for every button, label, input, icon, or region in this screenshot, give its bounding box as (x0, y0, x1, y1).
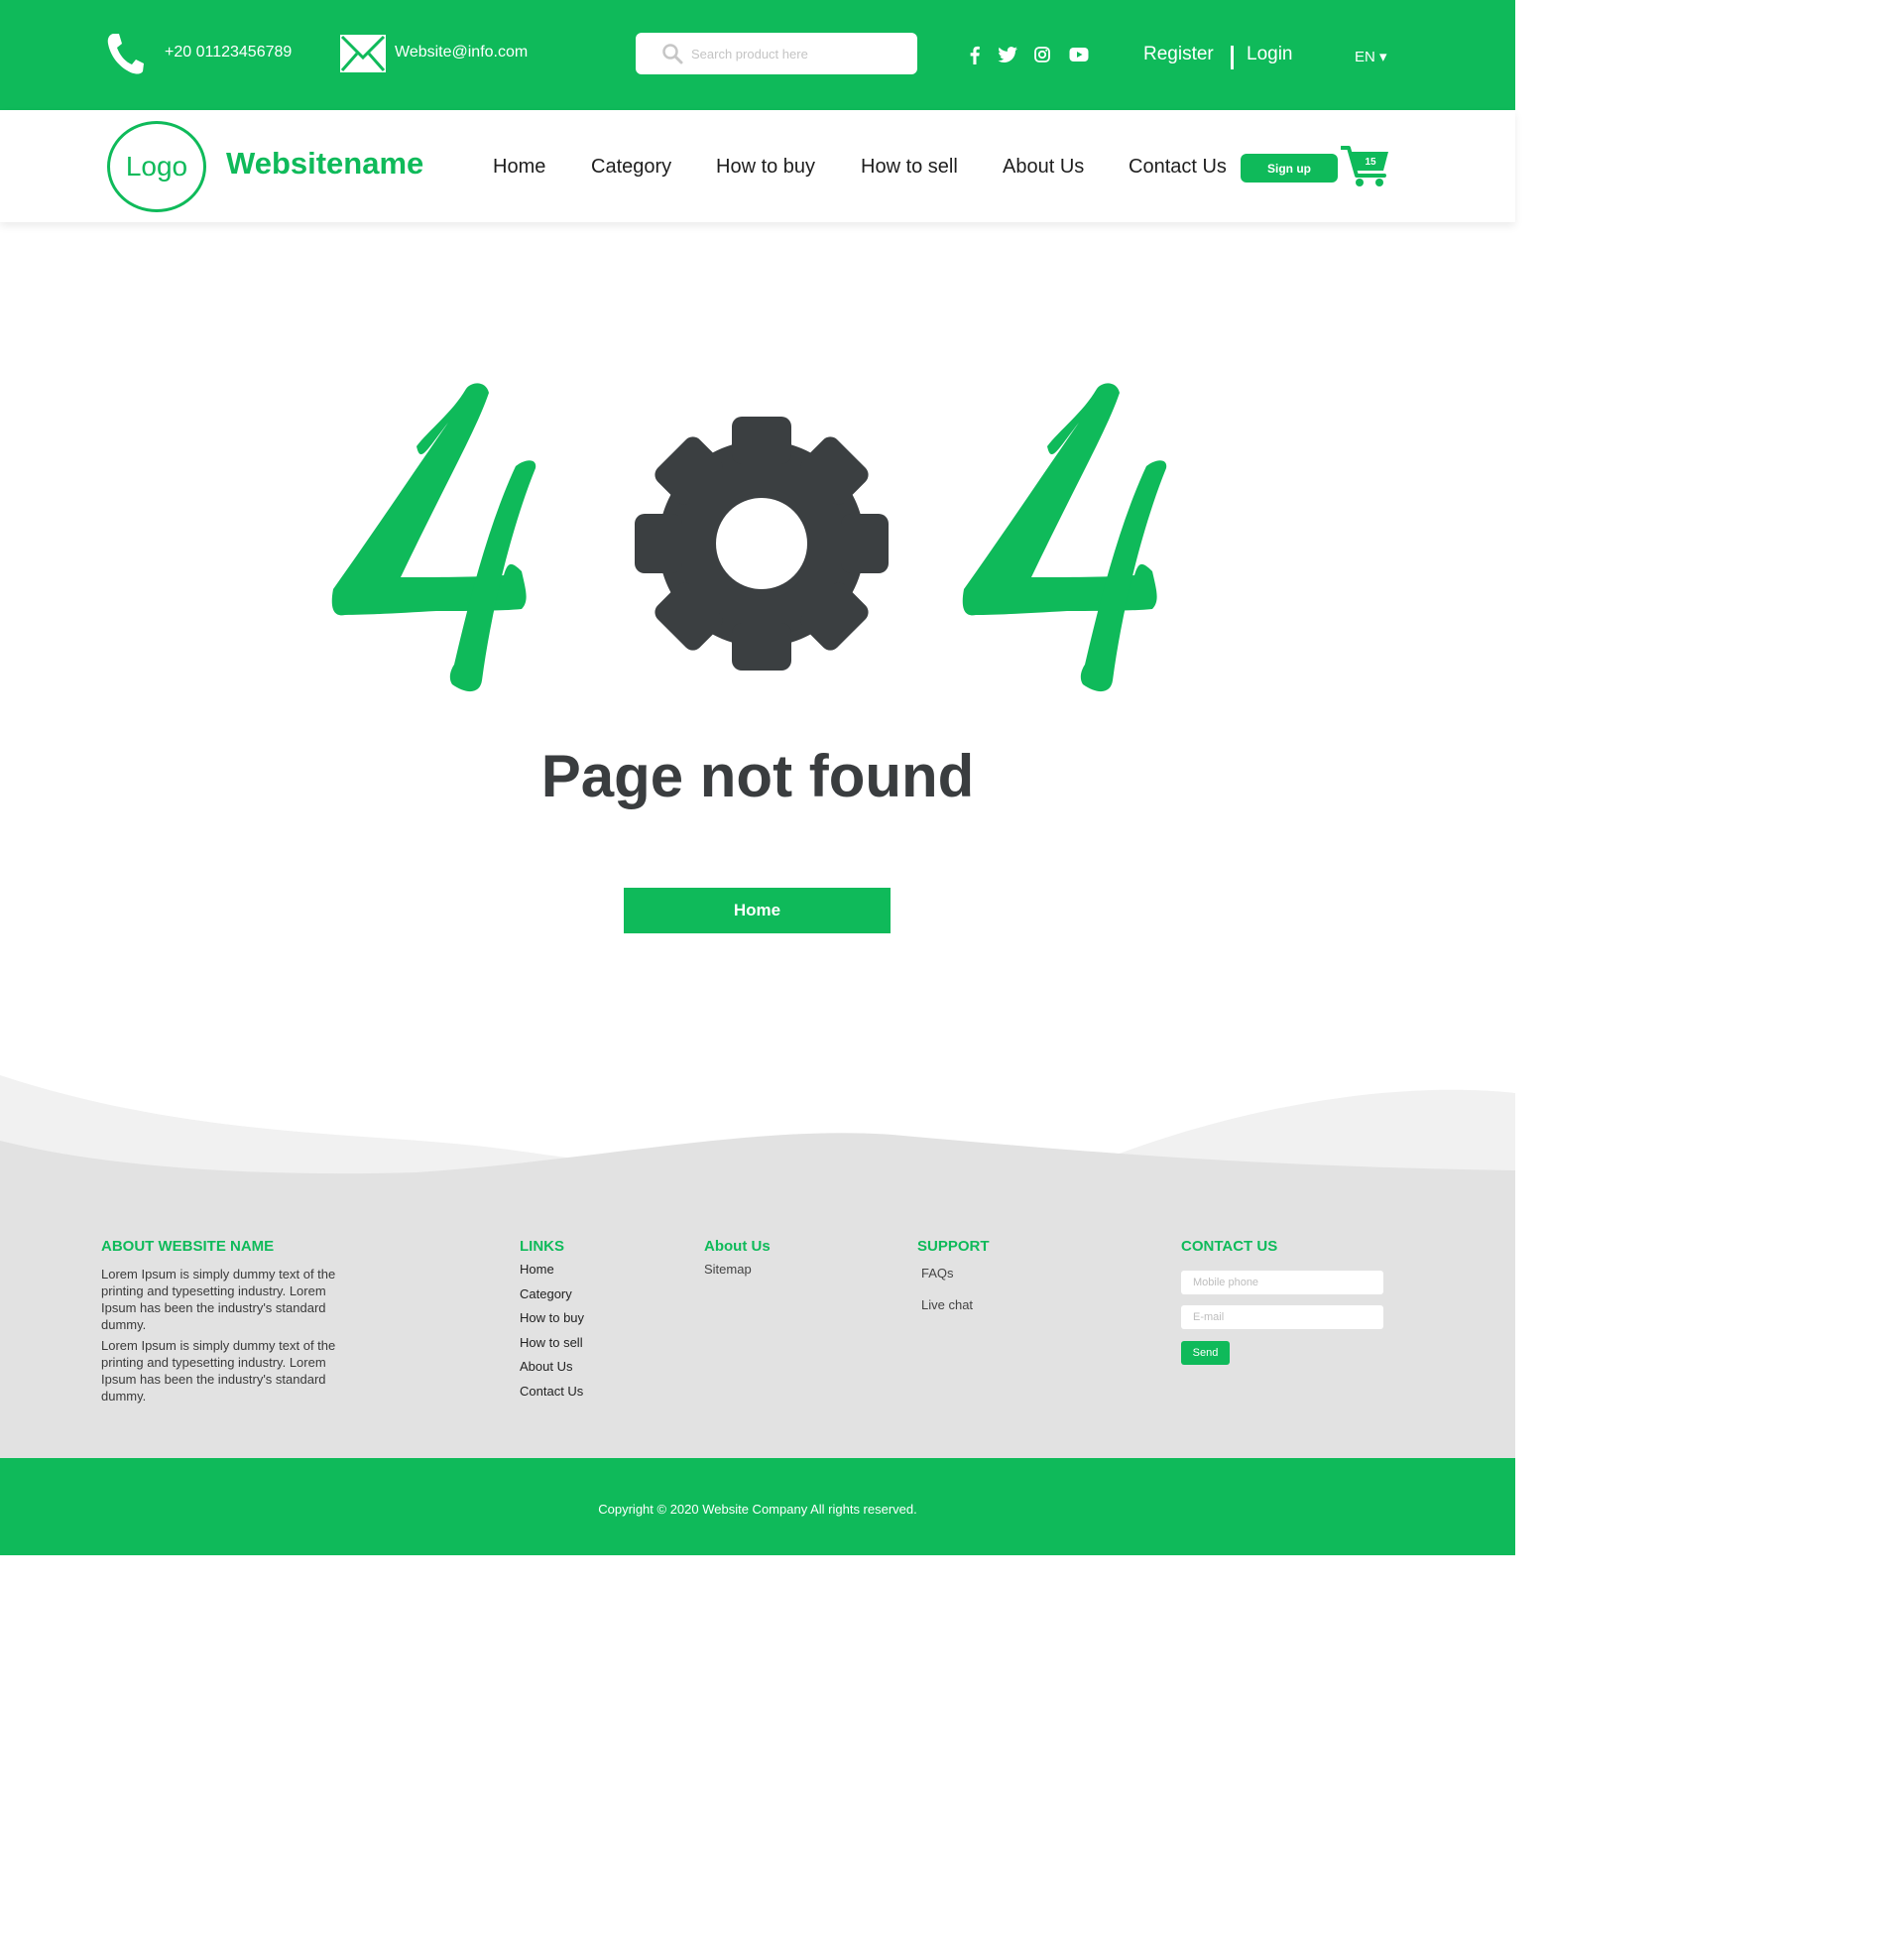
footer-about-paragraph: Lorem Ipsum is simply dummy text of the … (101, 1267, 336, 1332)
footer-link-category[interactable]: Category (520, 1286, 572, 1301)
cart-count-badge: 15 (1365, 157, 1376, 168)
nav-how-to-buy[interactable]: How to buy (716, 156, 815, 179)
error-digit-left (331, 383, 536, 692)
signup-button[interactable]: Sign up (1241, 154, 1338, 183)
instagram-icon[interactable] (1031, 44, 1053, 65)
main-nav: Logo Websitename Home Category How to bu… (0, 110, 1515, 222)
search-input[interactable] (691, 42, 909, 65)
footer-about-title: ABOUT WEBSITE NAME (101, 1238, 275, 1255)
auth-divider (1231, 46, 1234, 69)
email-address: Website@info.com (395, 44, 529, 61)
copyright-bar: Copyright © 2020 Website Company All rig… (0, 1458, 1515, 1555)
footer-aboutus-title: About Us (704, 1238, 771, 1255)
footer-link-item[interactable]: How to sell (520, 1331, 584, 1356)
footer-links-title: LINKS (520, 1238, 564, 1255)
search-icon (662, 44, 683, 64)
footer-link-item[interactable]: FAQs (921, 1262, 973, 1293)
phone-number: +20 01123456789 (165, 44, 293, 61)
footer-link-how-to-buy[interactable]: How to buy (520, 1310, 584, 1325)
footer-links-list: Home Category How to buy How to sell Abo… (520, 1258, 584, 1404)
send-button[interactable]: Send (1181, 1341, 1230, 1365)
error-digit-right (962, 383, 1167, 692)
footer-link-item[interactable]: About Us (520, 1355, 584, 1380)
footer-link-item[interactable]: How to buy (520, 1306, 584, 1331)
footer-about-text: Lorem Ipsum is simply dummy text of the … (101, 1266, 339, 1404)
footer-about-paragraph: Lorem Ipsum is simply dummy text of the … (101, 1338, 336, 1404)
phone-icon (107, 34, 144, 74)
error-code-graphic (331, 383, 1167, 692)
mobile-phone-field[interactable] (1181, 1271, 1383, 1294)
nav-about-us[interactable]: About Us (1003, 156, 1084, 179)
page: +20 01123456789 Website@info.com Search … (0, 0, 1515, 1555)
footer-link-item[interactable]: Contact Us (520, 1380, 584, 1404)
gear-icon (635, 417, 889, 671)
email-field[interactable] (1181, 1305, 1383, 1329)
nav-contact-us[interactable]: Contact Us (1129, 156, 1227, 179)
footer-link-live-chat[interactable]: Live chat (921, 1297, 973, 1312)
footer-link-sitemap[interactable]: Sitemap (704, 1262, 752, 1277)
footer-link-faqs[interactable]: FAQs (921, 1266, 954, 1281)
youtube-icon[interactable] (1068, 44, 1090, 65)
site-name[interactable]: Websitename (226, 146, 423, 182)
home-button[interactable]: Home (624, 888, 891, 933)
footer-link-item[interactable]: Sitemap (704, 1258, 752, 1282)
nav-category[interactable]: Category (591, 156, 671, 179)
facebook-icon[interactable] (964, 44, 986, 65)
copyright-text: Copyright © 2020 Website Company All rig… (598, 1502, 917, 1517)
footer-support-list: FAQs Live chat (921, 1262, 973, 1318)
footer-link-contact-us[interactable]: Contact Us (520, 1384, 583, 1399)
footer-wave-decoration (0, 1075, 1515, 1200)
nav-home[interactable]: Home (493, 156, 545, 179)
footer-link-home[interactable]: Home (520, 1262, 554, 1277)
register-link[interactable]: Register (1143, 44, 1214, 65)
footer-aboutus-list: Sitemap (704, 1258, 752, 1282)
footer-contact-title: CONTACT US (1181, 1238, 1278, 1255)
footer-support-title: SUPPORT (917, 1238, 990, 1255)
footer-link-how-to-sell[interactable]: How to sell (520, 1335, 583, 1350)
page-not-found-heading: Page not found (540, 743, 975, 809)
footer-link-item[interactable]: Home (520, 1258, 584, 1282)
footer-link-item[interactable]: Live chat (921, 1293, 973, 1318)
mail-icon (340, 35, 386, 72)
nav-how-to-sell[interactable]: How to sell (861, 156, 958, 179)
search-box[interactable] (636, 33, 917, 74)
footer-link-about-us[interactable]: About Us (520, 1359, 572, 1374)
footer-link-item[interactable]: Category (520, 1282, 584, 1307)
footer: ABOUT WEBSITE NAME Lorem Ipsum is simply… (0, 1190, 1515, 1458)
language-selector[interactable]: EN ▾ (1355, 48, 1387, 65)
login-link[interactable]: Login (1247, 44, 1293, 65)
logo[interactable]: Logo (107, 121, 206, 212)
top-bar: +20 01123456789 Website@info.com Search … (0, 0, 1515, 110)
twitter-icon[interactable] (997, 44, 1018, 65)
